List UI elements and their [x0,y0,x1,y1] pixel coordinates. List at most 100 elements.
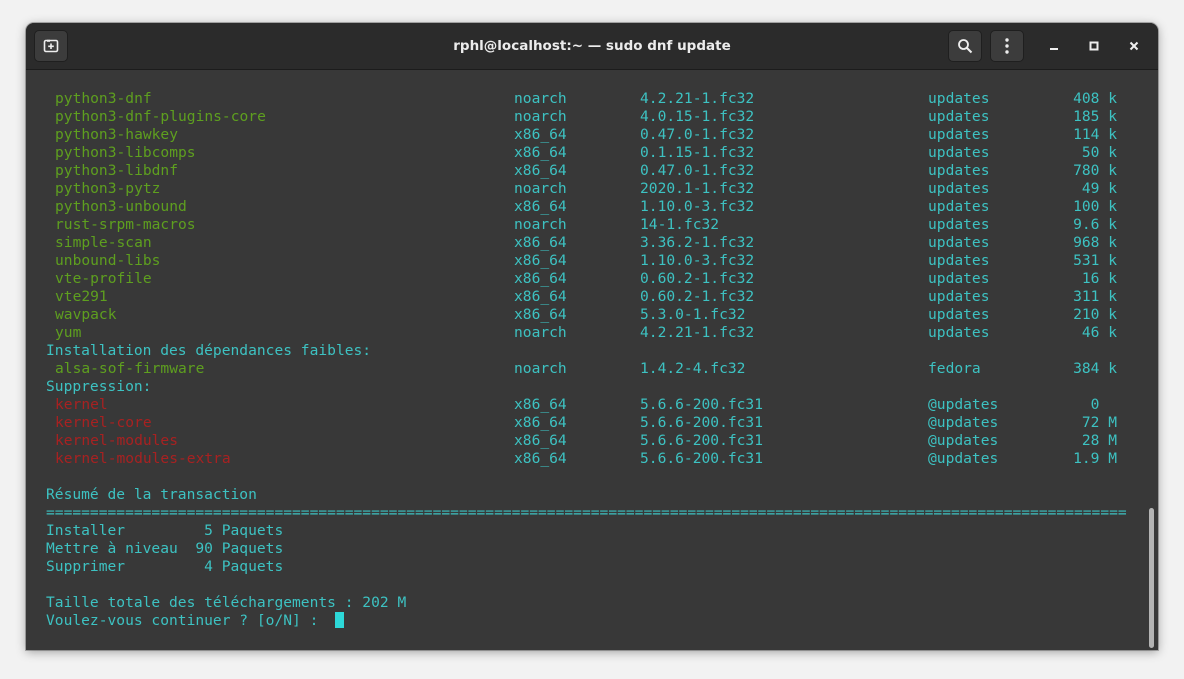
package-version: 1.10.0-3.fc32 [640,198,755,215]
package-row: kernel-modules x86_64 5.6.6-200.fc31 @updat… [46,432,1136,450]
package-name: python3-hawkey [55,126,179,143]
package-name: kernel-modules [55,432,179,449]
package-size: 968 k [1073,234,1117,251]
package-name: python3-libdnf [55,162,179,179]
removal-header-row: Suppression: [46,378,1136,396]
package-version: 0.47.0-1.fc32 [640,162,755,179]
package-row: kernel-modules-extra x86_64 5.6.6-200.fc31… [46,450,1136,468]
package-arch: noarch [514,180,567,197]
maximize-icon [1089,41,1099,51]
summary-title: Résumé de la transaction [46,486,257,503]
package-row: python3-libcomps x86_64 0.1.15-1.fc32 updat… [46,144,1136,162]
package-arch: x86_64 [514,270,567,287]
package-repo: updates [928,108,990,125]
package-size: 185 k [1073,108,1117,125]
package-version: 5.6.6-200.fc31 [640,414,764,431]
package-version: 4.2.21-1.fc32 [640,324,755,341]
summary-title-row: Résumé de la transaction [46,486,1136,504]
package-arch: x86_64 [514,198,567,215]
package-name: kernel-modules-extra [55,450,231,467]
weak-deps-header: Installation des dépendances faibles: [46,342,372,359]
weak-deps-header-row: Installation des dépendances faibles: [46,342,1136,360]
weak-deps-package-list: alsa-sof-firmware noarch 1.4.2-4.fc32 fedor… [46,360,1136,378]
package-repo: updates [928,306,990,323]
package-size: 50 k [1081,144,1117,161]
package-version: 0.60.2-1.fc32 [640,288,755,305]
removal-header: Suppression: [46,378,152,395]
package-arch: x86_64 [514,414,567,431]
package-name: kernel [55,396,108,413]
package-version: 3.36.2-1.fc32 [640,234,755,251]
package-arch: x86_64 [514,288,567,305]
package-name: python3-pytz [55,180,161,197]
package-size: 49 k [1081,180,1117,197]
close-button[interactable] [1124,36,1144,56]
new-tab-icon [43,39,59,53]
new-tab-button[interactable] [34,30,68,62]
package-row: yum noarch 4.2.21-1.fc32 updates 46 k [46,324,1136,342]
package-row: python3-dnf noarch 4.2.21-1.fc32 updates 408… [46,90,1136,108]
package-arch: x86_64 [514,306,567,323]
title-bar: rphl@localhost:~ — sudo dnf update [26,23,1158,70]
package-row: vte-profile x86_64 0.60.2-1.fc32 updates 16 … [46,270,1136,288]
prompt-row[interactable]: Voulez-vous continuer ? [o/N] : [46,612,1136,630]
package-name: vte-profile [55,270,152,287]
package-arch: x86_64 [514,234,567,251]
maximize-button[interactable] [1084,36,1104,56]
close-icon [1129,41,1139,51]
search-icon [958,39,973,54]
package-repo: updates [928,162,990,179]
package-size: 1.9 M [1073,450,1117,467]
package-version: 5.3.0-1.fc32 [640,306,746,323]
package-arch: noarch [514,360,567,377]
search-button[interactable] [948,30,982,62]
package-name: wavpack [55,306,117,323]
package-row: python3-hawkey x86_64 0.47.0-1.fc32 updates… [46,126,1136,144]
package-arch: noarch [514,324,567,341]
package-row: kernel-core x86_64 5.6.6-200.fc31 @updates 7… [46,414,1136,432]
package-row: kernel x86_64 5.6.6-200.fc31 @updates 0 [46,396,1136,414]
package-row: python3-pytz noarch 2020.1-1.fc32 updates 49… [46,180,1136,198]
package-arch: x86_64 [514,126,567,143]
package-repo: updates [928,216,990,233]
package-repo: fedora [928,360,981,377]
package-name: yum [55,324,82,341]
package-version: 5.6.6-200.fc31 [640,432,764,449]
package-version: 4.2.21-1.fc32 [640,90,755,107]
package-arch: x86_64 [514,144,567,161]
package-repo: updates [928,180,990,197]
summary-line: Installer 5 Paquets [46,522,1136,540]
window-title: rphl@localhost:~ — sudo dnf update [453,38,731,54]
package-size: 408 k [1073,90,1117,107]
package-arch: x86_64 [514,432,567,449]
package-row: python3-dnf-plugins-core noarch 4.0.15-1.f… [46,108,1136,126]
package-name: python3-dnf-plugins-core [55,108,266,125]
package-row: vte291 x86_64 0.60.2-1.fc32 updates 311 k [46,288,1136,306]
package-arch: noarch [514,90,567,107]
update-package-list: python3-dnf noarch 4.2.21-1.fc32 updates 408… [46,90,1136,342]
package-repo: updates [928,270,990,287]
menu-button[interactable] [990,30,1024,62]
minimize-button[interactable] [1044,36,1064,56]
package-size: 72 M [1081,414,1117,431]
package-repo: updates [928,144,990,161]
package-arch: x86_64 [514,162,567,179]
package-version: 5.6.6-200.fc31 [640,450,764,467]
package-arch: noarch [514,216,567,233]
package-size: 100 k [1073,198,1117,215]
package-repo: updates [928,90,990,107]
package-size: 9.6 k [1073,216,1117,233]
package-row: python3-unbound x86_64 1.10.0-3.fc32 update… [46,198,1136,216]
package-repo: updates [928,324,990,341]
package-size: 0 [1090,396,1117,413]
package-repo: updates [928,252,990,269]
package-name: python3-libcomps [55,144,196,161]
scrollbar-thumb[interactable] [1149,508,1154,648]
package-name: python3-dnf [55,90,152,107]
terminal-output[interactable]: python3-dnf noarch 4.2.21-1.fc32 updates 408… [26,70,1158,650]
package-size: 28 M [1081,432,1117,449]
package-repo: updates [928,126,990,143]
package-size: 311 k [1073,288,1117,305]
